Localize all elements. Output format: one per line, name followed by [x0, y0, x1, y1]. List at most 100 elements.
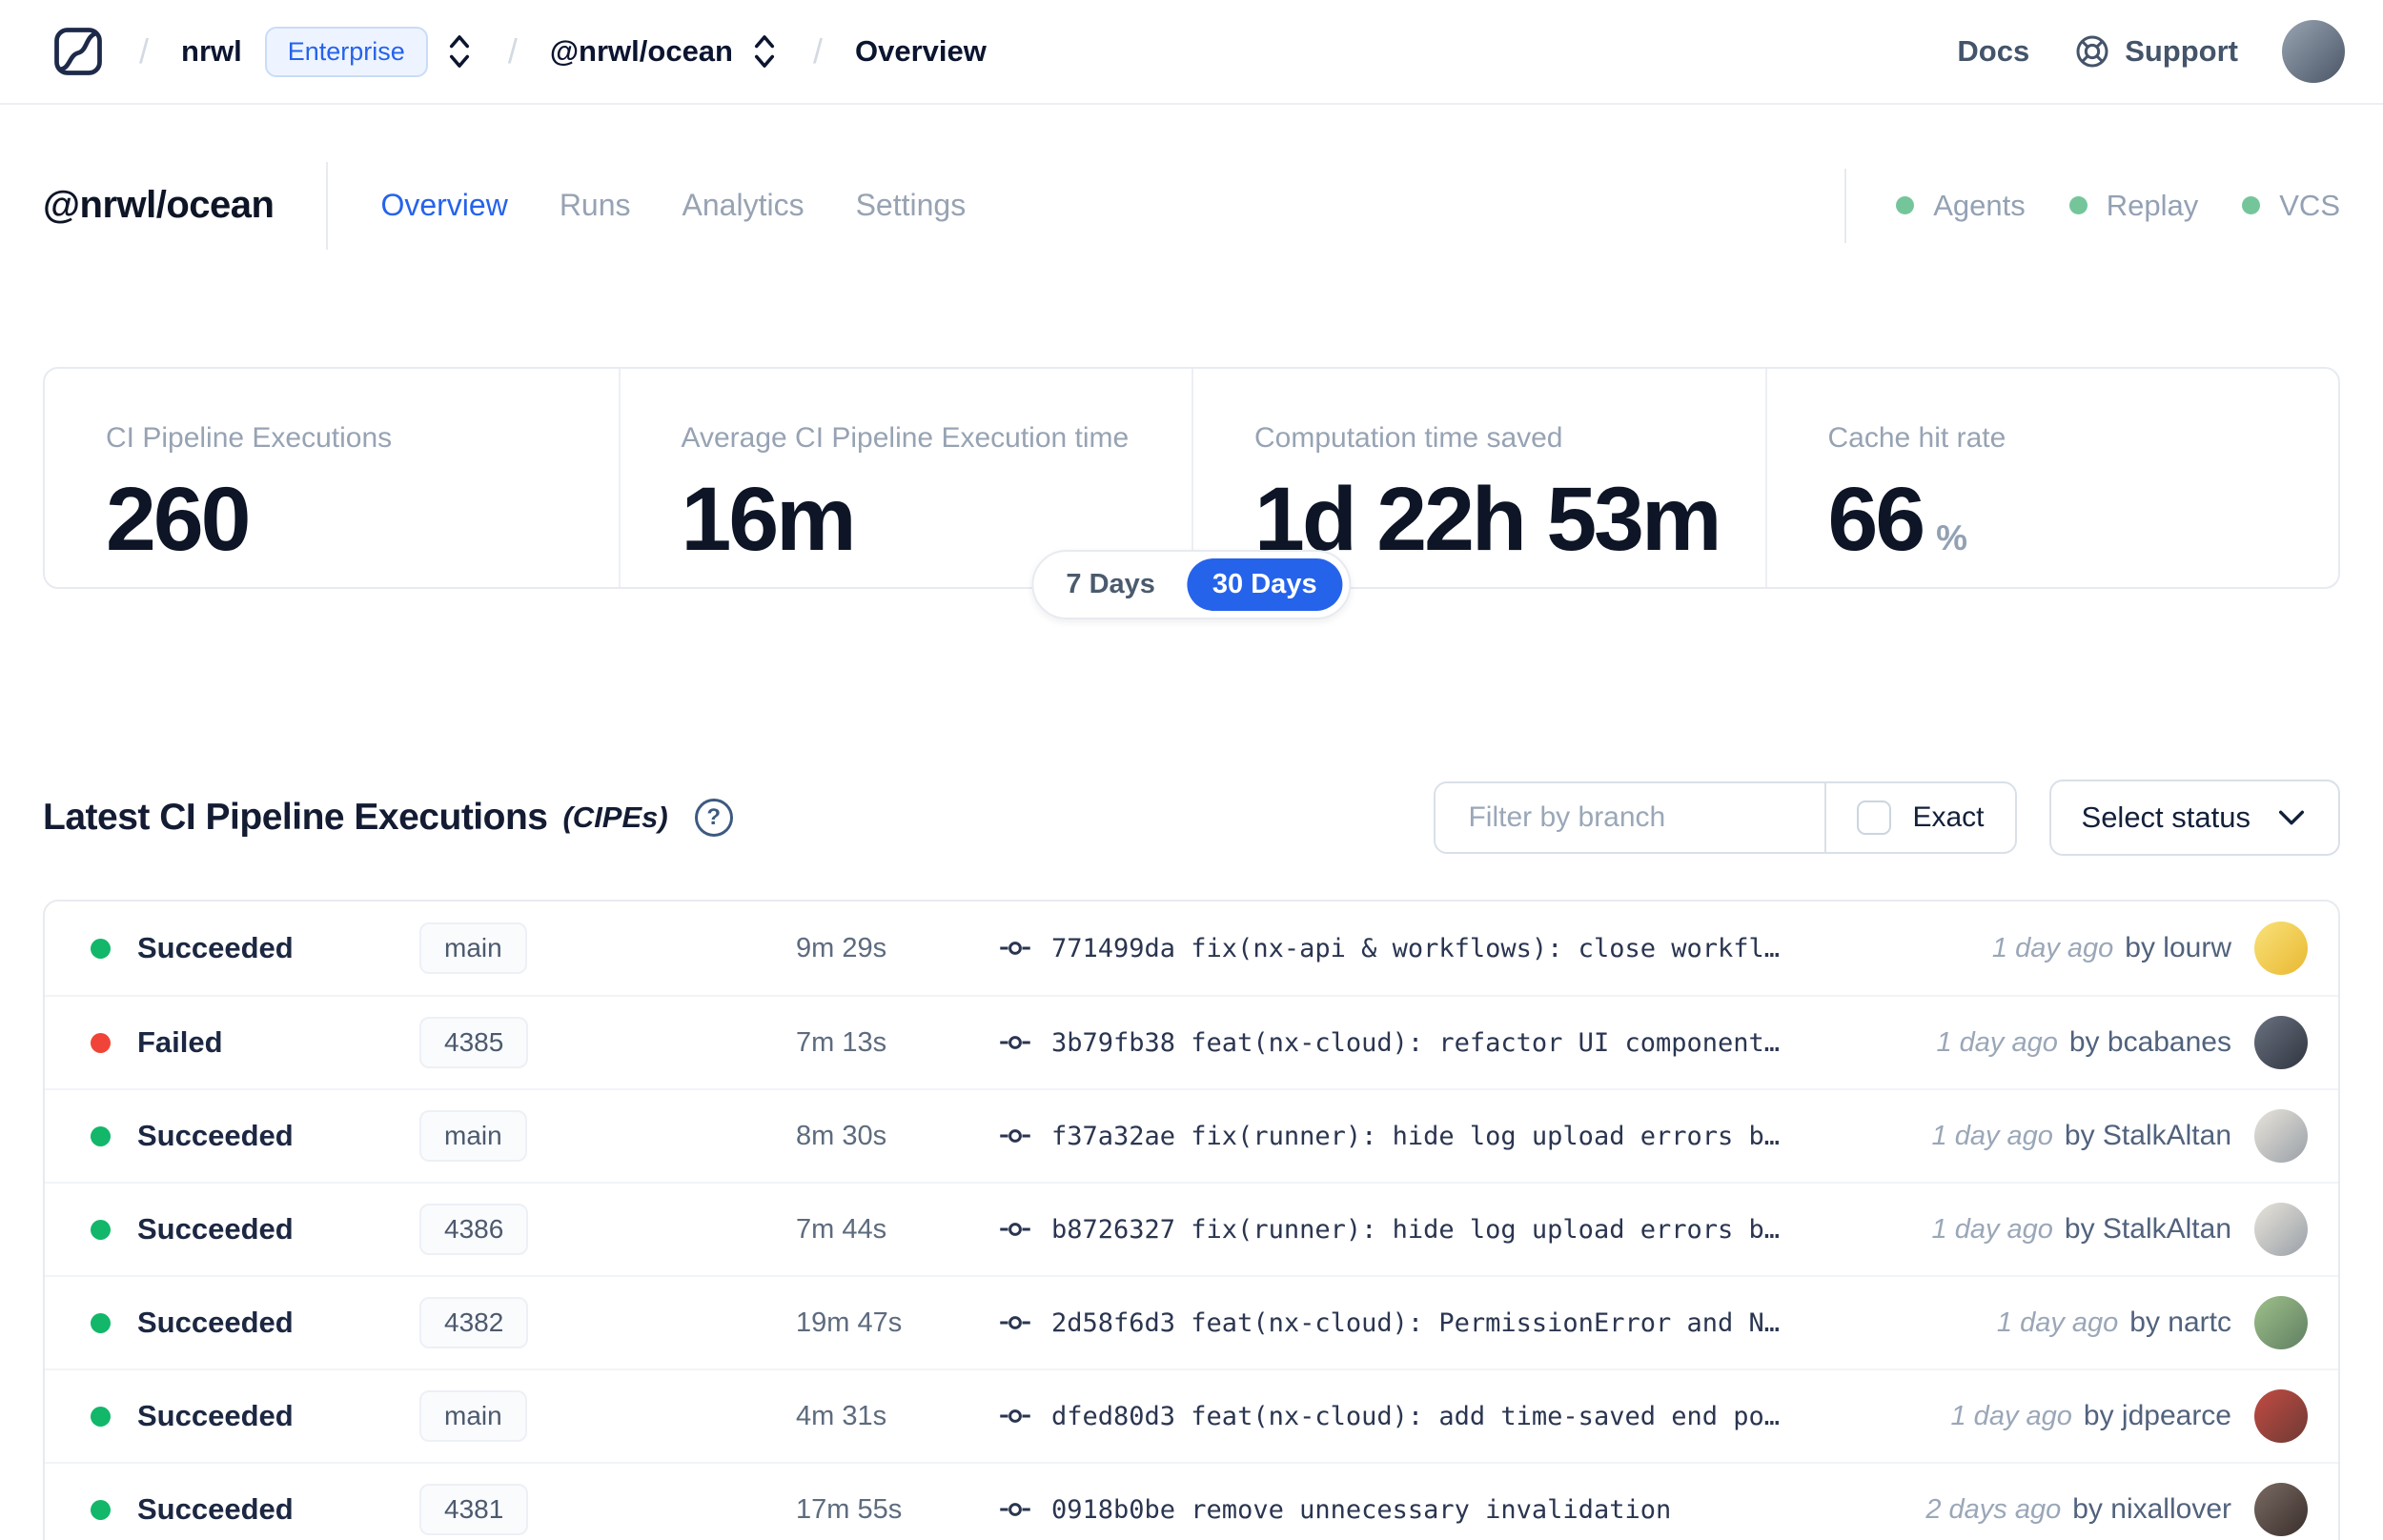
- branch-badge[interactable]: 4381: [419, 1484, 529, 1535]
- stat-value: 16m: [681, 469, 857, 570]
- tab-settings[interactable]: Settings: [856, 188, 967, 223]
- green-dot-icon: [1896, 196, 1915, 214]
- docs-link-label: Docs: [1957, 34, 2030, 68]
- branch-cell: 4385: [419, 1017, 796, 1068]
- status-cell: Succeeded: [91, 1306, 419, 1340]
- org-switcher-chevrons-icon[interactable]: [443, 30, 476, 72]
- tab-analytics[interactable]: Analytics: [682, 188, 805, 223]
- avatar[interactable]: [2254, 1016, 2308, 1069]
- status-dot-icon: [91, 1312, 111, 1333]
- branch-badge[interactable]: main: [419, 922, 527, 974]
- breadcrumb-workspace[interactable]: @nrwl/ocean: [550, 34, 733, 69]
- branch-cell: 4386: [419, 1204, 796, 1255]
- avatar[interactable]: [2254, 922, 2308, 975]
- avatar[interactable]: [2254, 1483, 2308, 1536]
- meta-cell: 1 day ago by nartc: [1997, 1307, 2231, 1339]
- table-row[interactable]: Succeeded main 4m 31s dfed80d3 feat(nx-c…: [45, 1368, 2338, 1462]
- commit-cell[interactable]: f37a32ae fix(runner): hide log upload er…: [998, 1119, 1909, 1153]
- commit-cell[interactable]: 0918b0be remove unnecessary invalidation: [998, 1492, 1903, 1527]
- branch-badge[interactable]: 4386: [419, 1204, 529, 1255]
- breadcrumb-separator: /: [507, 31, 518, 71]
- commit-message: b8726327 fix(runner): hide log upload er…: [1051, 1214, 1781, 1245]
- meta-cell: 1 day ago by StalkAltan: [1932, 1120, 2231, 1152]
- stat-card-cache-hit-rate: Cache hit rate 66 %: [1764, 369, 2339, 587]
- support-link-label: Support: [2125, 34, 2238, 68]
- breadcrumb-page: Overview: [855, 34, 987, 68]
- docs-link[interactable]: Docs: [1957, 34, 2029, 69]
- branch-badge[interactable]: main: [419, 1110, 527, 1162]
- status-cell: Succeeded: [91, 1119, 419, 1153]
- table-row[interactable]: Succeeded main 9m 29s 771499da fix(nx-ap…: [45, 902, 2338, 995]
- duration-label: 8m 30s: [796, 1120, 887, 1151]
- cipe-section-header: Latest CI Pipeline Executions (CIPEs) ? …: [43, 780, 2340, 856]
- status-dot-icon: [91, 1219, 111, 1240]
- avatar[interactable]: [2254, 1203, 2308, 1256]
- breadcrumb-separator: /: [139, 31, 150, 71]
- period-option-7-days[interactable]: 7 Days: [1040, 558, 1181, 611]
- indicator-label: VCS: [2279, 188, 2340, 222]
- status-label: Succeeded: [137, 1212, 294, 1246]
- exact-checkbox[interactable]: [1857, 800, 1892, 835]
- git-commit-icon: [998, 1399, 1032, 1433]
- cipe-section-subtitle: (CIPEs): [562, 800, 668, 834]
- breadcrumb-org[interactable]: nrwl: [181, 34, 242, 69]
- indicator-agents[interactable]: Agents: [1896, 189, 2026, 223]
- exact-match-segment: Exact: [1824, 783, 2014, 852]
- tab-runs[interactable]: Runs: [560, 188, 631, 223]
- status-cell: Succeeded: [91, 931, 419, 965]
- workspace-status-indicators: Agents Replay VCS: [1844, 168, 2340, 243]
- branch-filter-group: Exact: [1434, 781, 2017, 854]
- cipe-section-title: Latest CI Pipeline Executions: [43, 797, 548, 838]
- table-row[interactable]: Succeeded 4386 7m 44s b8726327 fix(runne…: [45, 1182, 2338, 1275]
- period-option-30-days[interactable]: 30 Days: [1186, 558, 1343, 611]
- commit-message: 0918b0be remove unnecessary invalidation: [1051, 1494, 1672, 1525]
- git-commit-icon: [998, 1306, 1032, 1340]
- status-select-label: Select status: [2081, 800, 2251, 834]
- table-row[interactable]: Succeeded 4382 19m 47s 2d58f6d3 feat(nx-…: [45, 1275, 2338, 1368]
- time-ago-label: 2 days ago: [1925, 1494, 2062, 1525]
- indicator-label: Replay: [2106, 188, 2199, 222]
- commit-cell[interactable]: 3b79fb38 feat(nx-cloud): refactor UI com…: [998, 1025, 1913, 1060]
- commit-cell[interactable]: b8726327 fix(runner): hide log upload er…: [998, 1212, 1909, 1246]
- commit-cell[interactable]: dfed80d3 feat(nx-cloud): add time-saved …: [998, 1399, 1928, 1433]
- user-avatar[interactable]: [2282, 20, 2345, 83]
- meta-cell: 1 day ago by bcabanes: [1936, 1026, 2231, 1059]
- commit-cell[interactable]: 771499da fix(nx-api & workflows): close …: [998, 931, 1969, 965]
- git-commit-icon: [998, 1492, 1032, 1527]
- branch-badge[interactable]: 4382: [419, 1297, 529, 1348]
- enterprise-badge: Enterprise: [264, 26, 428, 77]
- time-ago-label: 1 day ago: [1936, 1027, 2058, 1058]
- status-label: Succeeded: [137, 1492, 294, 1526]
- status-select-dropdown[interactable]: Select status: [2048, 780, 2340, 856]
- author-label: by StalkAltan: [2064, 1213, 2231, 1245]
- avatar[interactable]: [2254, 1389, 2308, 1443]
- workspace-switcher-chevrons-icon[interactable]: [748, 30, 781, 72]
- stat-label: Average CI Pipeline Execution time: [681, 422, 1130, 454]
- indicator-replay[interactable]: Replay: [2068, 188, 2199, 223]
- support-link[interactable]: Support: [2073, 32, 2238, 71]
- stat-card-ci-pipeline-executions: CI Pipeline Executions 260: [45, 369, 619, 587]
- table-row[interactable]: Succeeded main 8m 30s f37a32ae fix(runne…: [45, 1088, 2338, 1182]
- indicator-vcs[interactable]: VCS: [2242, 189, 2340, 223]
- commit-cell[interactable]: 2d58f6d3 feat(nx-cloud): PermissionError…: [998, 1306, 1974, 1340]
- branch-cell: 4382: [419, 1297, 796, 1348]
- avatar[interactable]: [2254, 1109, 2308, 1163]
- table-row[interactable]: Succeeded 4381 17m 55s 0918b0be remove u…: [45, 1462, 2338, 1540]
- table-row[interactable]: Failed 4385 7m 13s 3b79fb38 feat(nx-clou…: [45, 995, 2338, 1088]
- git-commit-icon: [998, 1025, 1032, 1060]
- avatar[interactable]: [2254, 1296, 2308, 1349]
- status-label: Succeeded: [137, 1399, 294, 1432]
- chevron-down-icon: [2275, 806, 2308, 829]
- time-ago-label: 1 day ago: [1996, 1307, 2119, 1338]
- branch-filter-input[interactable]: [1436, 783, 1825, 852]
- tab-overview[interactable]: Overview: [380, 188, 507, 223]
- help-icon[interactable]: ?: [694, 799, 733, 837]
- indicator-label: Agents: [1933, 188, 2026, 222]
- branch-badge[interactable]: main: [419, 1390, 527, 1442]
- status-label: Succeeded: [137, 1306, 294, 1339]
- status-label: Succeeded: [137, 1119, 294, 1152]
- status-dot-icon: [91, 1032, 111, 1053]
- branch-badge[interactable]: 4385: [419, 1017, 529, 1068]
- nx-cloud-logo-icon[interactable]: [50, 23, 107, 80]
- time-ago-label: 1 day ago: [1931, 1214, 2053, 1245]
